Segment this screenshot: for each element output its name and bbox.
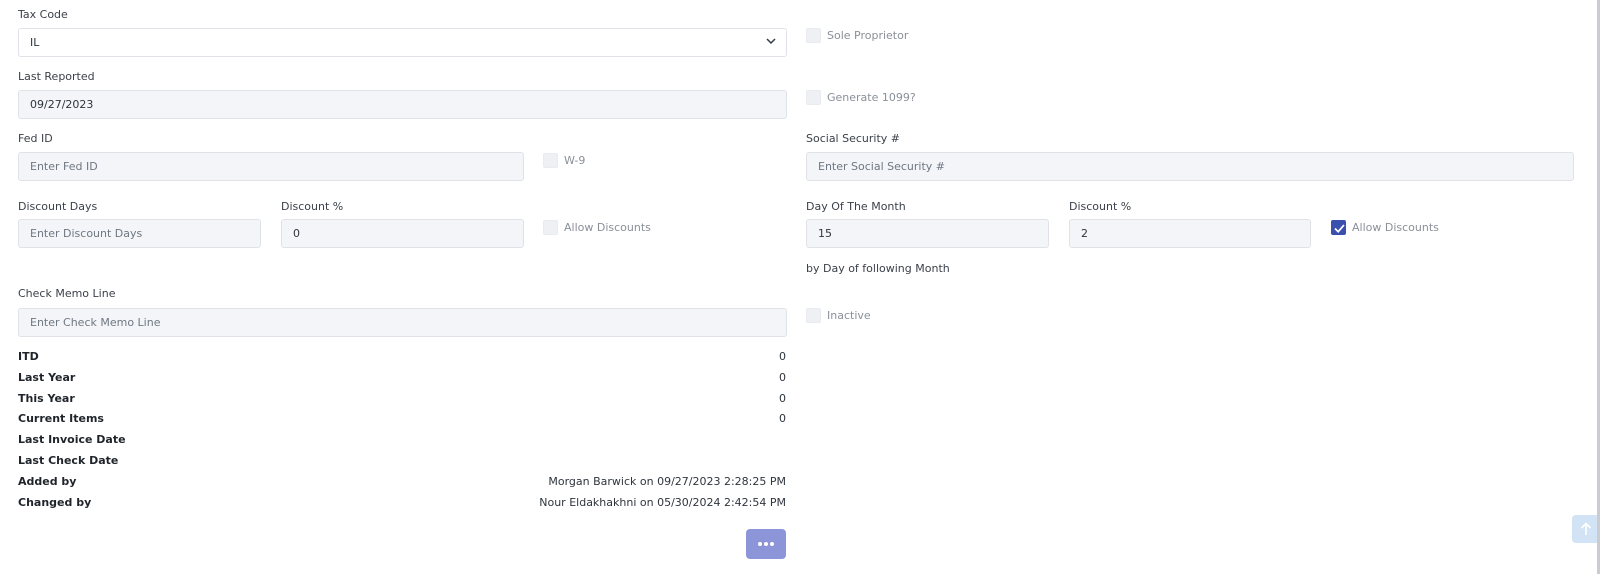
by-day-note: by Day of following Month bbox=[806, 262, 950, 275]
w9-label: W-9 bbox=[564, 154, 586, 167]
discount-pct-label: Discount % bbox=[281, 200, 344, 213]
stat-value-this-year: 0 bbox=[779, 392, 786, 405]
tax-code-value: IL bbox=[30, 36, 40, 49]
discount-pct-value: 0 bbox=[293, 227, 300, 240]
fed-id-placeholder: Enter Fed ID bbox=[30, 160, 98, 173]
discount-pct-input[interactable]: 0 bbox=[281, 219, 524, 248]
fed-id-label: Fed ID bbox=[18, 132, 53, 145]
stat-label-added-by: Added by bbox=[18, 475, 77, 488]
social-security-placeholder: Enter Social Security # bbox=[818, 160, 946, 173]
sole-proprietor-label: Sole Proprietor bbox=[827, 29, 909, 42]
stat-label-changed-by: Changed by bbox=[18, 496, 92, 509]
day-of-month-input[interactable]: 15 bbox=[806, 219, 1049, 248]
stat-label-this-year: This Year bbox=[18, 392, 75, 405]
social-security-label: Social Security # bbox=[806, 132, 900, 145]
stat-label-itd: ITD bbox=[18, 350, 39, 363]
inactive-label: Inactive bbox=[827, 309, 871, 322]
generate-1099-label: Generate 1099? bbox=[827, 91, 916, 104]
allow-discounts-label: Allow Discounts bbox=[564, 221, 651, 234]
stat-value-changed-by: Nour Eldakhakhni on 05/30/2024 2:42:54 P… bbox=[539, 496, 786, 509]
right-allow-discounts-label: Allow Discounts bbox=[1352, 221, 1439, 234]
inactive-checkbox[interactable] bbox=[806, 308, 821, 323]
chevron-down-icon bbox=[766, 38, 776, 45]
last-reported-value: 09/27/2023 bbox=[30, 98, 94, 111]
more-options-button[interactable] bbox=[746, 529, 786, 559]
check-memo-input[interactable]: Enter Check Memo Line bbox=[18, 308, 787, 337]
generate-1099-checkbox[interactable] bbox=[806, 90, 821, 105]
scroll-to-top-button[interactable] bbox=[1572, 515, 1600, 543]
day-of-month-value: 15 bbox=[818, 227, 832, 240]
tax-code-label: Tax Code bbox=[18, 8, 68, 21]
right-allow-discounts-checkbox[interactable] bbox=[1331, 220, 1346, 235]
checkmark-icon bbox=[1334, 224, 1345, 233]
tax-code-select[interactable]: IL bbox=[18, 28, 787, 57]
last-reported-field[interactable]: 09/27/2023 bbox=[18, 90, 787, 119]
stat-value-itd: 0 bbox=[779, 350, 786, 363]
discount-days-label: Discount Days bbox=[18, 200, 98, 213]
last-reported-label: Last Reported bbox=[18, 70, 95, 83]
w9-checkbox[interactable] bbox=[543, 153, 558, 168]
stat-value-current-items: 0 bbox=[779, 412, 786, 425]
check-memo-label: Check Memo Line bbox=[18, 287, 116, 300]
stat-label-last-invoice-date: Last Invoice Date bbox=[18, 433, 126, 446]
stat-value-added-by: Morgan Barwick on 09/27/2023 2:28:25 PM bbox=[548, 475, 786, 488]
stat-label-current-items: Current Items bbox=[18, 412, 104, 425]
stat-value-last-year: 0 bbox=[779, 371, 786, 384]
arrow-up-icon bbox=[1580, 522, 1592, 535]
stat-label-last-check-date: Last Check Date bbox=[18, 454, 119, 467]
right-discount-pct-value: 2 bbox=[1081, 227, 1088, 240]
day-of-month-label: Day Of The Month bbox=[806, 200, 906, 213]
discount-days-placeholder: Enter Discount Days bbox=[30, 227, 143, 240]
fed-id-input[interactable]: Enter Fed ID bbox=[18, 152, 524, 181]
social-security-input[interactable]: Enter Social Security # bbox=[806, 152, 1574, 181]
stat-label-last-year: Last Year bbox=[18, 371, 76, 384]
discount-days-input[interactable]: Enter Discount Days bbox=[18, 219, 261, 248]
right-discount-pct-label: Discount % bbox=[1069, 200, 1132, 213]
sole-proprietor-checkbox[interactable] bbox=[806, 28, 821, 43]
allow-discounts-checkbox[interactable] bbox=[543, 220, 558, 235]
right-discount-pct-input[interactable]: 2 bbox=[1069, 219, 1311, 248]
check-memo-placeholder: Enter Check Memo Line bbox=[30, 316, 161, 329]
